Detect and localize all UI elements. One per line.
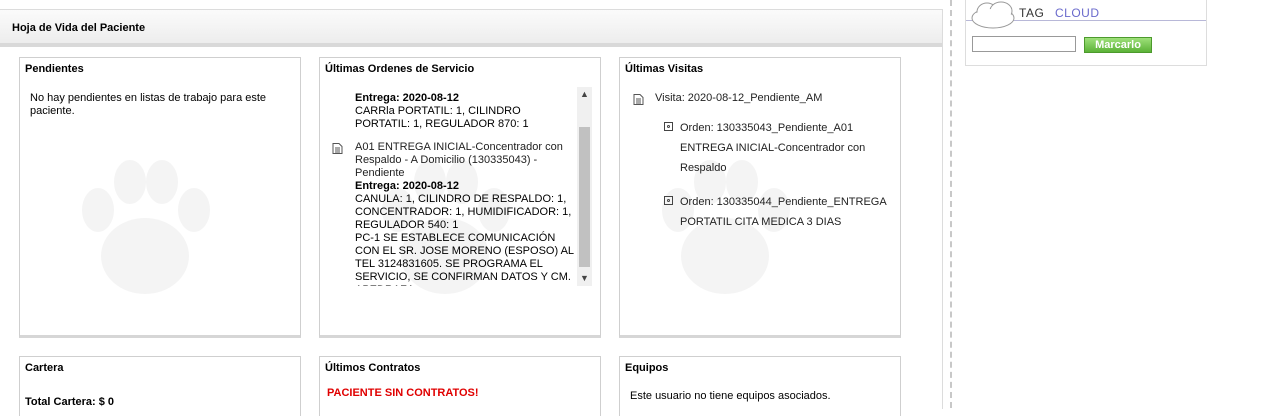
document-icon — [633, 94, 644, 105]
paw-icon — [82, 160, 210, 294]
tag-cloud-title: TAG — [1019, 6, 1045, 20]
visit-order-link[interactable]: Orden: 130335044_Pendiente_ENTREGA PORTA… — [680, 192, 895, 232]
order-entry: A01 ENTREGA INICIAL-Concentrador con Res… — [329, 141, 575, 286]
tag-cloud-subtitle: CLOUD — [1055, 6, 1100, 20]
visit-order-line: Orden: 130335043_Pendiente_A01 — [680, 122, 854, 134]
order-items: CARRla PORTATIL: 1, CILINDRO PORTATIL: 1… — [355, 105, 529, 130]
visit-order-link[interactable]: Orden: 130335043_Pendiente_A01 ENTREGA I… — [680, 118, 895, 178]
visitas-panel: Últimas Visitas Visita: 2020-08-12_Pendi… — [619, 57, 901, 338]
visit-link[interactable]: Visita: 2020-08-12_Pendiente_AM — [655, 92, 822, 104]
page-title: Hoja de Vida del Paciente — [12, 22, 146, 34]
cloud-icon — [971, 1, 1015, 29]
ordenes-list: ' Entrega: 2020-08-12 CARRla PORTATIL: 1… — [329, 87, 575, 286]
pendientes-title: Pendientes — [25, 63, 84, 75]
main-header: Hoja de Vida del Paciente — [0, 10, 942, 47]
document-icon — [332, 143, 343, 154]
delivery-label: Entrega: 2020-08-12 — [355, 92, 459, 104]
order-title[interactable]: A01 ENTREGA INICIAL-Concentrador con Res… — [355, 141, 575, 180]
order-icon — [664, 196, 673, 205]
order-items: CANULA: 1, CILINDRO DE RESPALDO: 1, CONC… — [355, 193, 572, 231]
equipos-panel: Equipos Este usuario no tiene equipos as… — [619, 356, 901, 416]
visit-order-line: Orden: 130335044_Pendiente_ENTREGA — [680, 196, 887, 208]
visit-order-line: Respaldo — [680, 162, 727, 174]
column-separator — [950, 0, 952, 408]
contratos-alert: PACIENTE SIN CONTRATOS! — [327, 387, 479, 399]
contratos-title: Últimos Contratos — [325, 362, 421, 374]
pendientes-panel: Pendientes No hay pendientes en listas d… — [19, 57, 301, 338]
scrollbar[interactable]: ▲ ▼ — [577, 87, 592, 286]
ordenes-title: Últimas Ordenes de Servicio — [325, 63, 475, 75]
scroll-down-arrow[interactable]: ▼ — [577, 271, 592, 285]
order-note: PC-1 SE ESTABLECE COMUNICACIÓN CON EL SR… — [355, 232, 574, 286]
delivery-label: Entrega: 2020-08-12 — [355, 180, 459, 192]
equipos-title: Equipos — [625, 362, 669, 374]
tag-input[interactable] — [972, 36, 1076, 52]
visit-order-line: ENTREGA INICIAL-Concentrador con — [680, 142, 866, 154]
order-entry: ' Entrega: 2020-08-12 CARRla PORTATIL: 1… — [329, 87, 575, 131]
tag-cloud-widget: TAG CLOUD Marcarlo — [965, 0, 1207, 66]
cartera-panel: Cartera Total Cartera: $ 0 — [19, 356, 301, 416]
mark-tag-button[interactable]: Marcarlo — [1084, 37, 1152, 53]
scroll-up-arrow[interactable]: ▲ — [577, 87, 592, 101]
visitas-title: Últimas Visitas — [625, 63, 704, 75]
cartera-total: Total Cartera: $ 0 — [25, 396, 115, 408]
scrollbar-thumb[interactable] — [579, 127, 590, 267]
ordenes-scroll-area[interactable]: ' Entrega: 2020-08-12 CARRla PORTATIL: 1… — [329, 87, 592, 286]
visit-order-line: PORTATIL CITA MEDICA 3 DIAS — [680, 216, 842, 228]
pendientes-message: No hay pendientes en listas de trabajo p… — [30, 92, 267, 117]
contratos-panel: Últimos Contratos PACIENTE SIN CONTRATOS… — [319, 356, 601, 416]
order-icon — [664, 122, 673, 131]
equipos-message: Este usuario no tiene equipos asociados. — [630, 390, 831, 402]
cartera-title: Cartera — [25, 362, 64, 374]
